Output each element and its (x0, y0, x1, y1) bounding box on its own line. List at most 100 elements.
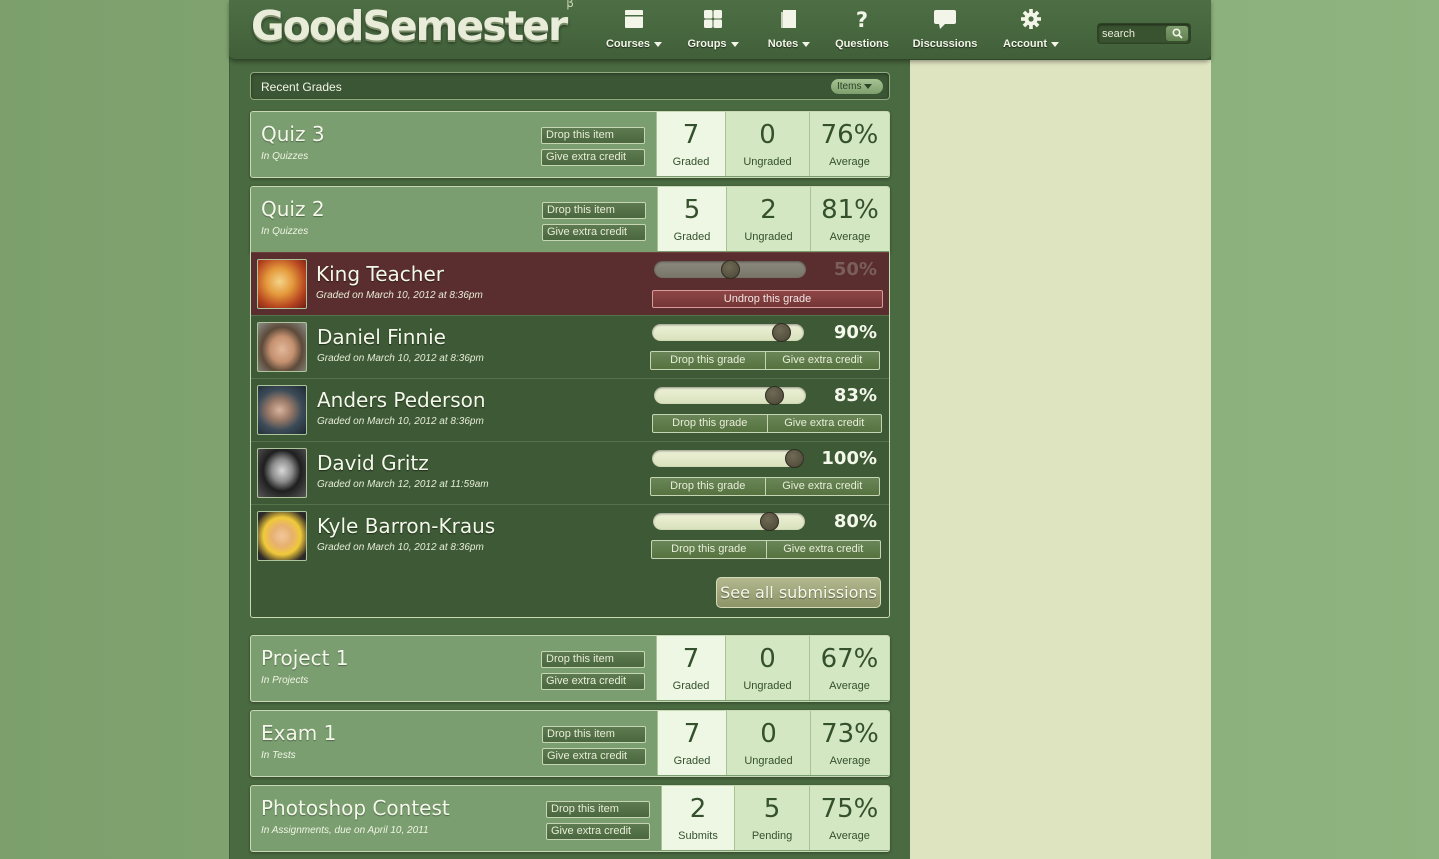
drop-item-button[interactable]: Drop this item (541, 127, 645, 144)
stat-value: 75% (820, 794, 879, 824)
grade-item-card: Quiz 2 In Quizzes Drop this item Give ex… (250, 186, 890, 253)
submission-row: Anders Pederson Graded on March 10, 2012… (251, 378, 889, 441)
items-filter-dropdown[interactable]: Items (831, 79, 883, 94)
stat-average: 81% Average (810, 187, 889, 251)
grade-slider[interactable] (653, 512, 805, 531)
extra-credit-button[interactable]: Give extra credit (541, 673, 645, 690)
nav-groups[interactable]: Groups (685, 8, 741, 54)
grade-slider[interactable] (652, 323, 804, 342)
stat-label: Ungraded (743, 680, 792, 692)
stat-label: Graded (672, 156, 710, 168)
submissions-list: King Teacher Graded on March 10, 2012 at… (250, 252, 890, 618)
submission-row: Kyle Barron-Kraus Graded on March 10, 20… (251, 504, 889, 567)
stat-value: 2 (760, 195, 777, 225)
drop-item-button[interactable]: Drop this item (546, 801, 650, 818)
grade-item-card: Photoshop Contest In Assignments, due on… (250, 785, 890, 852)
stat-label: Ungraded (743, 156, 792, 168)
student-name: Daniel Finnie (317, 325, 446, 349)
stat-label: Graded (673, 231, 711, 243)
question-icon: ? (855, 8, 869, 32)
drop-grade-button[interactable]: Drop this grade (651, 478, 765, 495)
nav-discussions[interactable]: Discussions (912, 8, 978, 54)
stat-label: Average (829, 156, 870, 168)
extra-credit-button[interactable]: Give extra credit (766, 415, 882, 432)
search-input[interactable] (1102, 25, 1162, 42)
slider-knob[interactable] (721, 260, 740, 279)
stat-value: 0 (759, 120, 776, 150)
slider-knob[interactable] (771, 323, 791, 342)
extra-credit-button[interactable]: Give extra credit (541, 149, 645, 166)
submission-row: King Teacher Graded on March 10, 2012 at… (251, 252, 889, 315)
stat-graded: 7 Graded (656, 112, 725, 176)
graded-date: Graded on March 10, 2012 at 8:36pm (317, 416, 484, 427)
stat-value: 7 (682, 644, 700, 674)
stat-value: 5 (763, 794, 781, 824)
stat-label: Pending (751, 830, 793, 842)
item-category: In Projects (261, 675, 309, 686)
stat-value: 2 (689, 794, 707, 824)
beta-mark: β (566, 0, 574, 11)
stat-value: 67% (820, 644, 879, 674)
graded-date: Graded on March 10, 2012 at 8:36pm (316, 290, 483, 301)
slider-knob[interactable] (764, 386, 784, 405)
stat-value: 73% (821, 719, 879, 749)
stat-graded: 7 Graded (656, 636, 725, 700)
grade-slider[interactable] (654, 260, 806, 279)
graded-date: Graded on March 10, 2012 at 8:36pm (317, 353, 484, 364)
grade-item-card: Exam 1 In Tests Drop this item Give extr… (250, 710, 890, 777)
nav-questions[interactable]: ? Questions (832, 8, 892, 54)
drop-item-button[interactable]: Drop this item (542, 202, 646, 219)
grade-actions: Drop this grade Give extra credit (652, 414, 882, 433)
stat-submits: 2 Submits (661, 786, 734, 850)
nav-account[interactable]: Account (999, 8, 1063, 54)
extra-credit-button[interactable]: Give extra credit (764, 478, 880, 495)
nav-courses[interactable]: Courses (604, 8, 664, 54)
submission-row: David Gritz Graded on March 12, 2012 at … (251, 441, 889, 504)
stat-ungraded: 0 Ungraded (726, 711, 810, 775)
grade-percent: 50% (833, 259, 877, 280)
drop-grade-button[interactable]: Drop this grade (651, 352, 765, 369)
drop-grade-button[interactable]: Drop this grade (652, 541, 766, 558)
nav-notes[interactable]: Notes (764, 8, 814, 54)
slider-knob[interactable] (785, 449, 804, 468)
logo[interactable]: GoodSemesterβ (251, 0, 574, 50)
stat-label: Average (829, 830, 870, 842)
stat-value: 0 (759, 644, 776, 674)
grade-percent: 80% (833, 511, 877, 532)
drop-grade-button[interactable]: Drop this grade (653, 415, 767, 432)
graded-date: Graded on March 10, 2012 at 8:36pm (317, 542, 484, 553)
logo-text: GoodSemester (251, 2, 568, 50)
stat-value: 0 (760, 719, 777, 749)
undrop-grade-button[interactable]: Undrop this grade (652, 290, 883, 308)
stat-value: 76% (820, 120, 879, 150)
nav-label: Groups (687, 38, 727, 50)
avatar (257, 448, 307, 498)
item-title: Project 1 (261, 646, 349, 670)
drop-item-button[interactable]: Drop this item (542, 726, 646, 743)
slider-knob[interactable] (759, 512, 779, 531)
extra-credit-button[interactable]: Give extra credit (546, 823, 650, 840)
grade-actions: Drop this grade Give extra credit (650, 477, 880, 496)
see-all-submissions-button[interactable]: See all submissions (716, 577, 881, 608)
stat-label: Submits (678, 830, 718, 842)
stat-value: 5 (683, 195, 701, 225)
right-sidebar (910, 60, 1211, 859)
extra-credit-button[interactable]: Give extra credit (542, 224, 646, 241)
search-button[interactable] (1166, 26, 1188, 41)
drop-item-button[interactable]: Drop this item (541, 651, 645, 668)
extra-credit-button[interactable]: Give extra credit (764, 352, 880, 369)
stat-ungraded: 0 Ungraded (725, 112, 809, 176)
nav-label: Questions (835, 38, 889, 50)
grade-slider[interactable] (654, 386, 806, 405)
extra-credit-button[interactable]: Give extra credit (765, 541, 881, 558)
nav-label: Discussions (912, 38, 978, 50)
grade-slider[interactable] (652, 449, 804, 468)
extra-credit-button[interactable]: Give extra credit (542, 748, 646, 765)
grade-actions: Drop this grade Give extra credit (650, 351, 880, 370)
item-category: In Assignments, due on April 10, 2011 (261, 825, 429, 836)
avatar (257, 511, 307, 561)
discussion-icon (912, 8, 978, 32)
student-name: Anders Pederson (317, 388, 486, 412)
nav-label: Courses (605, 38, 651, 50)
groups-icon (685, 8, 741, 32)
